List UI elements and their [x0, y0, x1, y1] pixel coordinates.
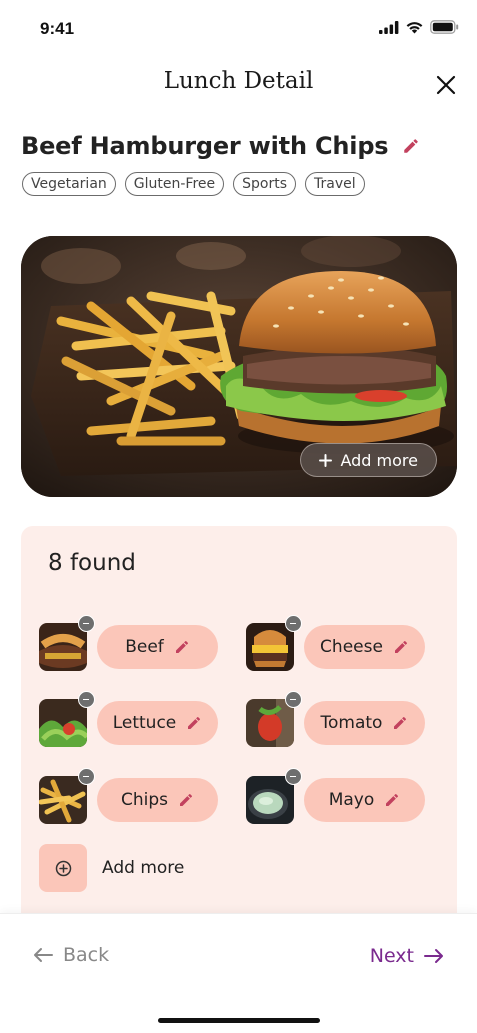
- ingredient-item: Mayo: [246, 768, 425, 824]
- ingredient-thumbnail: [246, 699, 294, 747]
- add-ingredient-row: Add more: [39, 844, 184, 892]
- close-icon: [436, 75, 456, 95]
- home-indicator: [158, 1018, 320, 1023]
- status-bar: 9:41: [0, 0, 477, 56]
- remove-ingredient-button[interactable]: [285, 768, 302, 785]
- ingredients-panel: 8 found Beef Cheese Lettuce Tomato Chips…: [21, 526, 457, 926]
- battery-icon: [430, 20, 459, 34]
- page-title: Lunch Detail: [163, 68, 314, 94]
- ingredient-item: Tomato: [246, 691, 425, 747]
- add-ingredient-button[interactable]: [39, 844, 87, 892]
- ingredient-label: Chips: [120, 790, 168, 810]
- ingredient-item: Beef: [39, 615, 218, 671]
- ingredient-label: Beef: [125, 637, 164, 657]
- remove-ingredient-button[interactable]: [78, 768, 95, 785]
- plus-icon: [319, 453, 333, 467]
- status-time: 9:41: [40, 19, 75, 38]
- tag-list: Vegetarian Gluten-Free Sports Travel: [22, 172, 365, 196]
- ingredient-label: Lettuce: [112, 713, 177, 733]
- tag-vegetarian[interactable]: Vegetarian: [22, 172, 116, 196]
- remove-ingredient-button[interactable]: [285, 615, 302, 632]
- found-count: 8 found: [48, 550, 136, 576]
- wifi-icon: [406, 22, 423, 34]
- tag-sports[interactable]: Sports: [233, 172, 297, 196]
- ingredient-thumbnail: [246, 623, 294, 671]
- ingredient-chip-chips[interactable]: Chips: [97, 778, 218, 822]
- arrow-right-icon: [424, 949, 443, 963]
- edit-title-button[interactable]: [402, 137, 420, 155]
- ingredient-label: Tomato: [320, 713, 383, 733]
- pencil-icon: [394, 640, 407, 653]
- ingredient-chip-beef[interactable]: Beef: [97, 625, 218, 669]
- add-more-photo-button[interactable]: Add more: [300, 443, 437, 477]
- close-button[interactable]: [435, 74, 457, 96]
- signal-icon: [379, 20, 399, 34]
- tag-travel[interactable]: Travel: [305, 172, 365, 196]
- pencil-icon: [404, 139, 419, 153]
- back-label: Back: [63, 944, 110, 966]
- bottom-nav-bar: Back Next: [0, 913, 477, 1033]
- pencil-icon: [180, 793, 193, 806]
- plus-circle-icon: [55, 860, 71, 876]
- remove-ingredient-button[interactable]: [78, 615, 95, 632]
- next-label: Next: [369, 945, 414, 967]
- ingredient-label: Cheese: [320, 637, 383, 657]
- add-ingredient-label: Add more: [102, 858, 185, 878]
- ingredient-thumbnail: [39, 699, 87, 747]
- meal-title-row: Beef Hamburger with Chips: [21, 132, 420, 160]
- ingredient-chip-tomato[interactable]: Tomato: [304, 701, 425, 745]
- remove-ingredient-button[interactable]: [285, 691, 302, 708]
- ingredient-chip-mayo[interactable]: Mayo: [304, 778, 425, 822]
- ingredient-item: Cheese: [246, 615, 425, 671]
- ingredient-chip-cheese[interactable]: Cheese: [304, 625, 425, 669]
- status-icons: [379, 20, 459, 34]
- meal-title: Beef Hamburger with Chips: [21, 132, 389, 160]
- arrow-left-icon: [34, 948, 53, 962]
- tag-gluten-free[interactable]: Gluten-Free: [124, 172, 225, 196]
- pencil-icon: [394, 716, 407, 729]
- pencil-icon: [175, 640, 188, 653]
- ingredient-thumbnail: [39, 623, 87, 671]
- add-more-photo-label: Add more: [340, 450, 418, 470]
- ingredient-item: Lettuce: [39, 691, 218, 747]
- ingredient-chip-lettuce[interactable]: Lettuce: [97, 701, 218, 745]
- remove-ingredient-button[interactable]: [78, 691, 95, 708]
- pencil-icon: [188, 716, 201, 729]
- ingredient-thumbnail: [246, 776, 294, 824]
- meal-photo: Add more: [21, 236, 457, 497]
- ingredient-thumbnail: [39, 776, 87, 824]
- ingredient-item: Chips: [39, 768, 218, 824]
- ingredient-label: Mayo: [328, 790, 375, 810]
- pencil-icon: [386, 793, 399, 806]
- next-button[interactable]: Next: [370, 945, 444, 967]
- back-button[interactable]: Back: [33, 944, 109, 966]
